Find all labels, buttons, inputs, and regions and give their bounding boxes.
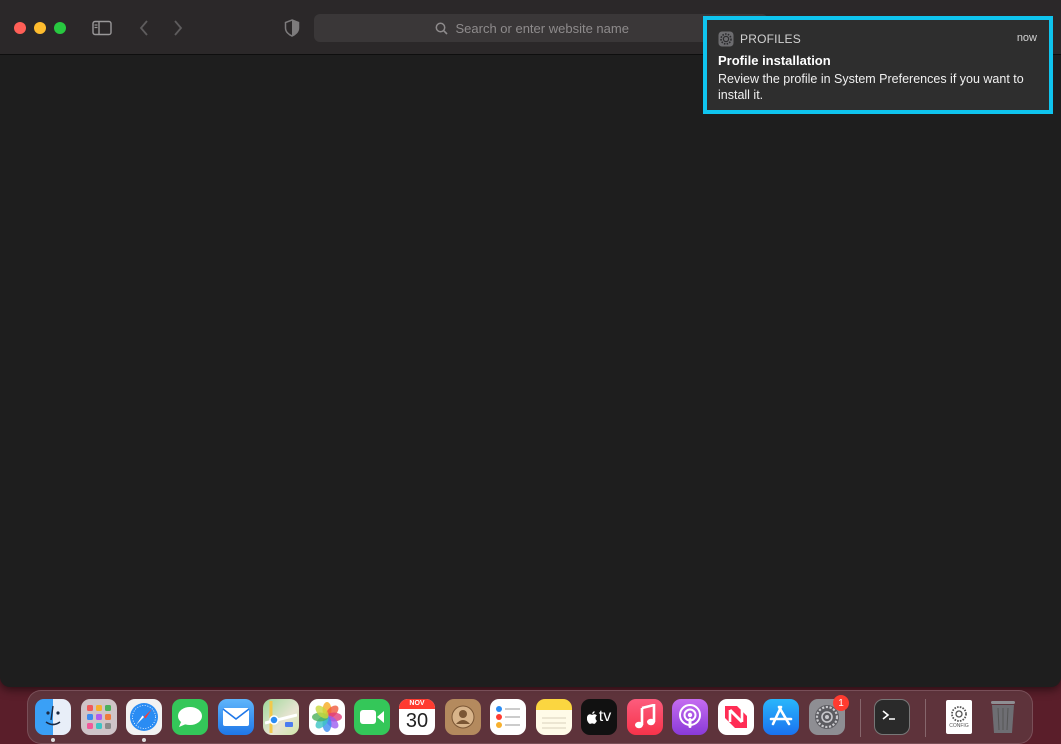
back-button[interactable] xyxy=(134,18,154,38)
safari-icon[interactable] xyxy=(126,699,162,735)
notification-badge: 1 xyxy=(833,695,849,711)
search-input[interactable] xyxy=(453,19,648,37)
notification-title: Profile installation xyxy=(718,53,831,68)
sidebar-icon xyxy=(92,20,112,36)
dock-separator xyxy=(860,699,861,737)
dock-separator xyxy=(925,699,926,737)
gear-icon xyxy=(718,31,734,47)
maps-icon[interactable] xyxy=(263,699,299,735)
podcasts-icon[interactable] xyxy=(672,699,708,735)
forward-button[interactable] xyxy=(168,18,188,38)
zoom-window-button[interactable] xyxy=(54,22,66,34)
launchpad-icon[interactable] xyxy=(81,699,117,735)
notes-icon[interactable] xyxy=(536,699,572,735)
mail-icon[interactable] xyxy=(218,699,254,735)
notification-body: Review the profile in System Preferences… xyxy=(718,72,1024,102)
dock: NOV 30 tv 1 CONFIG xyxy=(27,690,1033,744)
app-store-icon[interactable] xyxy=(763,699,799,735)
messages-icon[interactable] xyxy=(172,699,208,735)
config-label: CONFIG xyxy=(949,723,969,729)
finder-icon[interactable] xyxy=(35,699,71,735)
privacy-report-button[interactable] xyxy=(282,18,302,38)
config-profile-icon[interactable]: CONFIG xyxy=(941,699,977,735)
trash-icon[interactable] xyxy=(985,699,1021,735)
calendar-icon[interactable]: NOV 30 xyxy=(399,699,435,735)
tv-label: tv xyxy=(598,708,612,725)
photos-icon[interactable] xyxy=(309,699,345,735)
shield-icon xyxy=(284,19,300,37)
reminders-icon[interactable] xyxy=(490,699,526,735)
music-icon[interactable] xyxy=(627,699,663,735)
news-icon[interactable] xyxy=(718,699,754,735)
contacts-icon[interactable] xyxy=(445,699,481,735)
sidebar-toggle-button[interactable] xyxy=(92,18,112,38)
running-indicator xyxy=(142,738,146,742)
calendar-month: NOV xyxy=(399,699,435,709)
close-window-button[interactable] xyxy=(14,22,26,34)
notification-header: PROFILES now xyxy=(718,30,1037,48)
gear-icon xyxy=(951,706,967,722)
calendar-day: 30 xyxy=(405,710,429,732)
notification-time: now xyxy=(1016,32,1037,44)
chevron-right-icon xyxy=(174,20,183,36)
address-bar[interactable] xyxy=(314,14,768,42)
chevron-left-icon xyxy=(139,20,148,36)
running-indicator xyxy=(51,738,55,742)
terminal-icon[interactable] xyxy=(874,699,910,735)
notification-banner[interactable]: PROFILES now Profile installation Review… xyxy=(703,16,1053,114)
facetime-icon[interactable] xyxy=(354,699,390,735)
tv-icon[interactable]: tv xyxy=(581,699,617,735)
search-icon xyxy=(435,22,448,35)
notification-app-name: PROFILES xyxy=(740,32,801,46)
minimize-window-button[interactable] xyxy=(34,22,46,34)
